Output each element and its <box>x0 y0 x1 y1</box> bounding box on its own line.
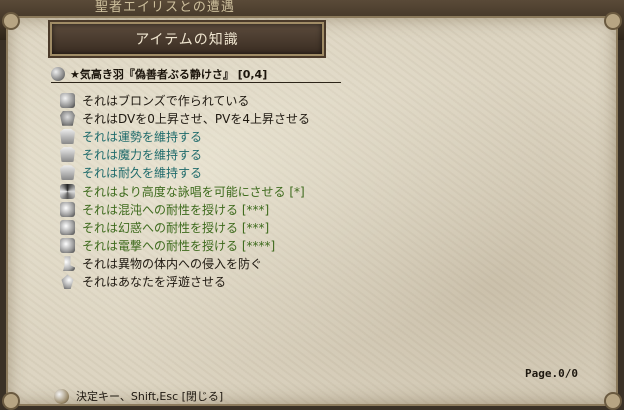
footer-hint-text[interactable]: 決定キー、Shift,Esc [閉じる] <box>76 388 223 404</box>
knowledge-line: それはDVを0上昇させ、PVを4上昇させる <box>60 109 580 127</box>
vest-icon <box>60 147 75 163</box>
vest-icon <box>60 165 75 181</box>
knowledge-text: それはより高度な詠唱を可能にさせる [*] <box>82 184 305 199</box>
window-title: アイテムの知識 <box>135 32 239 48</box>
knowledge-line: それはより高度な詠唱を可能にさせる [*] <box>60 182 580 200</box>
feather-icon <box>61 274 74 290</box>
orb-icon <box>60 92 75 108</box>
corner-ornament-icon <box>2 392 20 410</box>
item-knowledge-window: アイテムの知識 ★気高き羽『偽善者ぶる静けさ』 [0,4] それはブロンズで作ら… <box>2 12 622 410</box>
shield-icon <box>60 219 75 235</box>
knowledge-line: それは耐久を維持する <box>60 164 580 182</box>
knowledge-text: それは電撃への耐性を授ける [****] <box>82 239 276 254</box>
shield-icon <box>60 238 75 254</box>
knowledge-line: それは異物の体内への侵入を防ぐ <box>60 255 580 273</box>
knowledge-text: それはDVを0上昇させ、PVを4上昇させる <box>82 111 310 126</box>
spiral-icon <box>60 183 75 199</box>
item-bullet-icon <box>51 67 65 81</box>
knowledge-line: それは幻惑への耐性を授ける [***] <box>60 218 580 236</box>
corner-ornament-icon <box>604 392 622 410</box>
foot-icon <box>63 256 75 272</box>
knowledge-line: それはあなたを浮遊させる <box>60 273 580 291</box>
knowledge-text: それは耐久を維持する <box>82 166 203 181</box>
shield-icon <box>60 201 75 217</box>
item-header: ★気高き羽『偽善者ぶる静けさ』 [0,4] <box>51 66 341 83</box>
page-indicator: Page.0/0 <box>525 367 578 380</box>
item-name: ★気高き羽『偽善者ぶる静けさ』 [0,4] <box>70 68 268 81</box>
footer-hint: 決定キー、Shift,Esc [閉じる] <box>54 388 223 404</box>
knowledge-text: それは幻惑への耐性を授ける [***] <box>82 220 270 235</box>
knowledge-line: それは電撃への耐性を授ける [****] <box>60 237 580 255</box>
hint-icon <box>54 388 69 404</box>
knowledge-line: それはブロンズで作られている <box>60 91 580 109</box>
window-title-bar: アイテムの知識 <box>50 22 324 56</box>
corner-ornament-icon <box>2 12 20 30</box>
armor-icon <box>60 110 75 126</box>
knowledge-text: それはブロンズで作られている <box>82 93 250 108</box>
knowledge-text: それは異物の体内への侵入を防ぐ <box>82 257 263 272</box>
knowledge-text: それは混沌への耐性を授ける [***] <box>82 202 270 217</box>
knowledge-text: それはあなたを浮遊させる <box>82 275 227 290</box>
knowledge-list: それはブロンズで作られている それはDVを0上昇させ、PVを4上昇させる それは… <box>60 91 580 291</box>
background-text: 聖者エイリスとの遭遇 <box>95 0 235 15</box>
vest-icon <box>60 128 75 144</box>
knowledge-line: それは混沌への耐性を授ける [***] <box>60 200 580 218</box>
knowledge-text: それは運勢を維持する <box>82 129 203 144</box>
knowledge-line: それは魔力を維持する <box>60 146 580 164</box>
corner-ornament-icon <box>604 12 622 30</box>
knowledge-line: それは運勢を維持する <box>60 127 580 145</box>
knowledge-text: それは魔力を維持する <box>82 148 203 163</box>
